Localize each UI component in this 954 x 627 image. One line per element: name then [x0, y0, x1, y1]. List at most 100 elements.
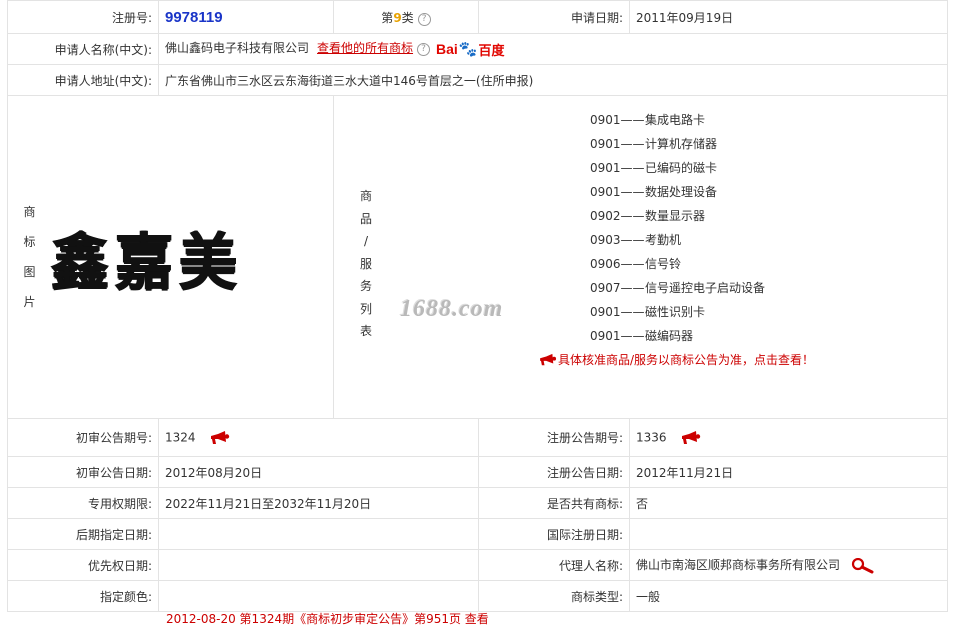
- service-code: 0901——: [590, 329, 645, 343]
- service-name: 考勤机: [645, 233, 682, 247]
- service-name: 磁性识别卡: [645, 305, 706, 319]
- image-label: 商标图片: [9, 197, 51, 317]
- services-notice-text: 具体核准商品/服务以商标公告为准，点击查看！: [558, 353, 815, 367]
- prelim-issue-cell: 1324: [158, 418, 479, 457]
- exclusive-period-value: 2022年11月21日至2032年11月20日: [158, 487, 479, 519]
- trademark-image: 鑫嘉美: [50, 226, 243, 298]
- baidu-logo-cn: 百度: [478, 42, 505, 58]
- baidu-logo-text: Bai: [436, 41, 458, 58]
- service-name: 磁编码器: [645, 329, 694, 343]
- services-label-char: 品: [359, 211, 372, 226]
- service-item: 0901——磁编码器: [590, 324, 765, 348]
- service-name: 计算机存储器: [645, 137, 718, 151]
- all-marks-link[interactable]: 查看他的所有商标: [317, 41, 413, 55]
- image-label-char: 图: [23, 265, 36, 279]
- service-name: 数据处理设备: [645, 185, 718, 199]
- trademark-image-cell: 商标图片 鑫嘉美: [7, 95, 334, 419]
- service-code: 0901——: [590, 185, 645, 199]
- services-notice-link[interactable]: 具体核准商品/服务以商标公告为准，点击查看！: [538, 351, 814, 368]
- apply-date-label: 申请日期:: [478, 0, 630, 34]
- service-item: 0901——集成电路卡: [590, 108, 765, 132]
- mark-type-label: 商标类型:: [478, 580, 630, 612]
- service-code: 0902——: [590, 209, 645, 223]
- applicant-label: 申请人名称(中文):: [7, 33, 159, 65]
- shared-value: 否: [629, 487, 948, 519]
- services-label: 商品 / 服务列表: [335, 185, 399, 343]
- service-item: 0901——磁性识别卡: [590, 300, 765, 324]
- reg-no-label: 注册号:: [7, 0, 159, 34]
- service-code: 0901——: [590, 161, 645, 175]
- service-item: 0902——数量显示器: [590, 204, 765, 228]
- service-code: 0907——: [590, 281, 645, 295]
- services-label-char: 列: [359, 301, 372, 316]
- service-name: 信号遥控电子启动设备: [645, 281, 766, 295]
- prelim-issue-value: 1324: [165, 430, 196, 444]
- service-name: 信号铃: [645, 257, 682, 271]
- services-label-char: 务: [359, 279, 372, 294]
- image-label-char: 标: [23, 235, 36, 249]
- megaphone-icon[interactable]: [680, 430, 702, 446]
- agent-value: 佛山市南海区顺邦商标事务所有限公司: [636, 558, 841, 573]
- priority-date-label: 优先权日期:: [7, 549, 159, 581]
- address-value: 广东省佛山市三水区云东海街道三水大道中146号首层之一(住所申报): [158, 64, 948, 96]
- services-label-char: /: [363, 234, 369, 249]
- service-item: 0903——考勤机: [590, 228, 765, 252]
- agent-label: 代理人名称:: [478, 549, 630, 581]
- service-item: 0901——已编码的磁卡: [590, 156, 765, 180]
- baidu-search-link[interactable]: Bai 🐾 百度: [436, 40, 505, 59]
- services-label-char: 服: [359, 256, 372, 271]
- reg-date-value: 2012年11月21日: [629, 456, 948, 488]
- prelim-date-value: 2012年08月20日: [158, 456, 479, 488]
- reg-no-cell: 9978119: [158, 0, 334, 34]
- class-prefix: 第: [381, 10, 394, 25]
- service-item: 0901——计算机存储器: [590, 132, 765, 156]
- intl-reg-date-label: 国际注册日期:: [478, 518, 630, 550]
- image-label-char: 片: [23, 295, 36, 309]
- applicant-name: 佛山鑫码电子科技有限公司: [165, 41, 310, 56]
- reg-date-label: 注册公告日期:: [478, 456, 630, 488]
- color-label: 指定颜色:: [7, 580, 159, 612]
- service-code: 0901——: [590, 305, 645, 319]
- class-cell: 第9类?: [333, 0, 479, 34]
- baidu-paw-icon: 🐾: [458, 41, 478, 59]
- exclusive-period-label: 专用权期限:: [7, 487, 159, 519]
- services-label-char: 商: [359, 189, 372, 204]
- class-suffix: 类: [401, 10, 414, 25]
- priority-date-value: [158, 549, 479, 581]
- color-value: [158, 580, 479, 612]
- reg-no-value: 9978119: [165, 8, 223, 26]
- reg-issue-cell: 1336: [629, 418, 948, 457]
- shared-label: 是否共有商标:: [478, 487, 630, 519]
- later-designation-value: [158, 518, 479, 550]
- service-item: 0901——数据处理设备: [590, 180, 765, 204]
- announcement-link[interactable]: 2012-08-20 第1324期《商标初步审定公告》第951页 查看: [166, 610, 489, 627]
- service-name: 集成电路卡: [645, 113, 706, 127]
- search-icon[interactable]: [850, 557, 874, 574]
- reg-issue-label: 注册公告期号:: [478, 418, 630, 457]
- service-name: 数量显示器: [645, 209, 706, 223]
- service-code: 0903——: [590, 233, 645, 247]
- megaphone-icon: [540, 353, 557, 365]
- address-label: 申请人地址(中文):: [7, 64, 159, 96]
- mark-type-value: 一般: [629, 580, 948, 612]
- apply-date-value: 2011年09月19日: [629, 0, 948, 34]
- service-code: 0906——: [590, 257, 645, 271]
- service-item: 0907——信号遥控电子启动设备: [590, 276, 765, 300]
- service-code: 0901——: [590, 113, 645, 127]
- reg-issue-value: 1336: [636, 430, 667, 444]
- service-code: 0901——: [590, 137, 645, 151]
- class-number: 9: [393, 10, 402, 25]
- help-icon[interactable]: ?: [417, 43, 431, 57]
- prelim-date-label: 初审公告日期:: [7, 456, 159, 488]
- services-label-char: 表: [359, 324, 372, 339]
- prelim-issue-label: 初审公告期号:: [7, 418, 159, 457]
- later-designation-label: 后期指定日期:: [7, 518, 159, 550]
- applicant-cell: 佛山鑫码电子科技有限公司 查看他的所有商标? Bai 🐾 百度: [158, 33, 948, 65]
- agent-cell: 佛山市南海区顺邦商标事务所有限公司: [629, 549, 948, 581]
- help-icon[interactable]: ?: [417, 12, 431, 26]
- intl-reg-date-value: [629, 518, 948, 550]
- services-list: 0901——集成电路卡 0901——计算机存储器 0901——已编码的磁卡 0901—…: [590, 108, 765, 348]
- service-item: 0906——信号铃: [590, 252, 765, 276]
- megaphone-icon[interactable]: [209, 430, 231, 446]
- service-name: 已编码的磁卡: [645, 161, 718, 175]
